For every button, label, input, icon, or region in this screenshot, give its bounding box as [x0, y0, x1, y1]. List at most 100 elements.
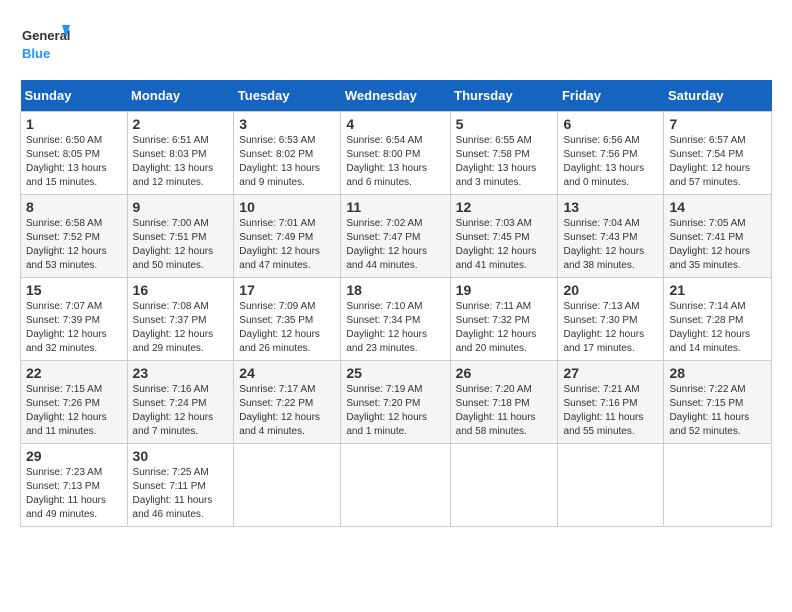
- day-info: Sunrise: 7:00 AM Sunset: 7:51 PM Dayligh…: [133, 217, 229, 273]
- day-number: 17: [239, 282, 335, 298]
- day-number: 27: [563, 365, 658, 381]
- empty-cell: [341, 444, 450, 527]
- column-header-sunday: Sunday: [21, 80, 128, 112]
- day-number: 13: [563, 199, 658, 215]
- day-number: 28: [669, 365, 766, 381]
- empty-cell: [558, 444, 664, 527]
- day-cell-11: 11 Sunrise: 7:02 AM Sunset: 7:47 PM Dayli…: [341, 195, 450, 278]
- day-number: 16: [133, 282, 229, 298]
- day-number: 15: [26, 282, 122, 298]
- day-cell-20: 20 Sunrise: 7:13 AM Sunset: 7:30 PM Dayli…: [558, 278, 664, 361]
- day-number: 3: [239, 116, 335, 132]
- page-header: General Blue: [20, 20, 772, 70]
- day-info: Sunrise: 6:56 AM Sunset: 7:56 PM Dayligh…: [563, 134, 658, 190]
- day-info: Sunrise: 6:55 AM Sunset: 7:58 PM Dayligh…: [456, 134, 553, 190]
- day-cell-22: 22 Sunrise: 7:15 AM Sunset: 7:26 PM Dayli…: [21, 361, 128, 444]
- day-cell-6: 6 Sunrise: 6:56 AM Sunset: 7:56 PM Daylig…: [558, 112, 664, 195]
- calendar-table: SundayMondayTuesdayWednesdayThursdayFrid…: [20, 80, 772, 527]
- day-number: 26: [456, 365, 553, 381]
- day-info: Sunrise: 6:53 AM Sunset: 8:02 PM Dayligh…: [239, 134, 335, 190]
- day-info: Sunrise: 7:21 AM Sunset: 7:16 PM Dayligh…: [563, 383, 658, 439]
- day-cell-4: 4 Sunrise: 6:54 AM Sunset: 8:00 PM Daylig…: [341, 112, 450, 195]
- day-number: 24: [239, 365, 335, 381]
- day-cell-24: 24 Sunrise: 7:17 AM Sunset: 7:22 PM Dayli…: [234, 361, 341, 444]
- day-info: Sunrise: 7:25 AM Sunset: 7:11 PM Dayligh…: [133, 466, 229, 522]
- week-row: 22 Sunrise: 7:15 AM Sunset: 7:26 PM Dayli…: [21, 361, 772, 444]
- day-number: 20: [563, 282, 658, 298]
- day-info: Sunrise: 7:15 AM Sunset: 7:26 PM Dayligh…: [26, 383, 122, 439]
- day-cell-28: 28 Sunrise: 7:22 AM Sunset: 7:15 PM Dayli…: [664, 361, 772, 444]
- day-info: Sunrise: 7:10 AM Sunset: 7:34 PM Dayligh…: [346, 300, 444, 356]
- column-header-wednesday: Wednesday: [341, 80, 450, 112]
- header-row: SundayMondayTuesdayWednesdayThursdayFrid…: [21, 80, 772, 112]
- day-cell-13: 13Sunrise: 7:04 AM Sunset: 7:43 PM Dayli…: [558, 195, 664, 278]
- day-number: 8: [26, 199, 122, 215]
- day-cell-19: 19Sunrise: 7:11 AM Sunset: 7:32 PM Dayli…: [450, 278, 558, 361]
- day-cell-15: 15 Sunrise: 7:07 AM Sunset: 7:39 PM Dayli…: [21, 278, 128, 361]
- svg-text:Blue: Blue: [22, 46, 50, 61]
- empty-cell: [234, 444, 341, 527]
- day-cell-10: 10 Sunrise: 7:01 AM Sunset: 7:49 PM Dayli…: [234, 195, 341, 278]
- day-info: Sunrise: 7:01 AM Sunset: 7:49 PM Dayligh…: [239, 217, 335, 273]
- day-info: Sunrise: 6:50 AM Sunset: 8:05 PM Dayligh…: [26, 134, 122, 190]
- day-number: 4: [346, 116, 444, 132]
- day-cell-21: 21 Sunrise: 7:14 AM Sunset: 7:28 PM Dayli…: [664, 278, 772, 361]
- day-cell-18: 18 Sunrise: 7:10 AM Sunset: 7:34 PM Dayli…: [341, 278, 450, 361]
- day-number: 7: [669, 116, 766, 132]
- empty-cell: [450, 444, 558, 527]
- day-info: Sunrise: 7:22 AM Sunset: 7:15 PM Dayligh…: [669, 383, 766, 439]
- day-number: 5: [456, 116, 553, 132]
- day-number: 9: [133, 199, 229, 215]
- day-number: 18: [346, 282, 444, 298]
- day-cell-17: 17Sunrise: 7:09 AM Sunset: 7:35 PM Dayli…: [234, 278, 341, 361]
- week-row: 15 Sunrise: 7:07 AM Sunset: 7:39 PM Dayli…: [21, 278, 772, 361]
- day-cell-5: 5 Sunrise: 6:55 AM Sunset: 7:58 PM Daylig…: [450, 112, 558, 195]
- day-number: 10: [239, 199, 335, 215]
- day-info: Sunrise: 7:07 AM Sunset: 7:39 PM Dayligh…: [26, 300, 122, 356]
- day-cell-23: 23 Sunrise: 7:16 AM Sunset: 7:24 PM Dayli…: [127, 361, 234, 444]
- day-cell-27: 27 Sunrise: 7:21 AM Sunset: 7:16 PM Dayli…: [558, 361, 664, 444]
- day-cell-9: 9 Sunrise: 7:00 AM Sunset: 7:51 PM Daylig…: [127, 195, 234, 278]
- week-row: 29Sunrise: 7:23 AM Sunset: 7:13 PM Dayli…: [21, 444, 772, 527]
- day-info: Sunrise: 7:11 AM Sunset: 7:32 PM Dayligh…: [456, 300, 553, 356]
- day-info: Sunrise: 7:05 AM Sunset: 7:41 PM Dayligh…: [669, 217, 766, 273]
- day-number: 30: [133, 448, 229, 464]
- day-info: Sunrise: 7:16 AM Sunset: 7:24 PM Dayligh…: [133, 383, 229, 439]
- day-cell-29: 29Sunrise: 7:23 AM Sunset: 7:13 PM Dayli…: [21, 444, 128, 527]
- day-cell-1: 1Sunrise: 6:50 AM Sunset: 8:05 PM Daylig…: [21, 112, 128, 195]
- day-number: 25: [346, 365, 444, 381]
- day-cell-3: 3 Sunrise: 6:53 AM Sunset: 8:02 PM Daylig…: [234, 112, 341, 195]
- day-cell-26: 26 Sunrise: 7:20 AM Sunset: 7:18 PM Dayli…: [450, 361, 558, 444]
- day-number: 21: [669, 282, 766, 298]
- day-number: 6: [563, 116, 658, 132]
- day-number: 11: [346, 199, 444, 215]
- day-info: Sunrise: 7:17 AM Sunset: 7:22 PM Dayligh…: [239, 383, 335, 439]
- column-header-monday: Monday: [127, 80, 234, 112]
- day-info: Sunrise: 6:51 AM Sunset: 8:03 PM Dayligh…: [133, 134, 229, 190]
- week-row: 8 Sunrise: 6:58 AM Sunset: 7:52 PM Daylig…: [21, 195, 772, 278]
- column-header-saturday: Saturday: [664, 80, 772, 112]
- day-number: 2: [133, 116, 229, 132]
- day-info: Sunrise: 7:20 AM Sunset: 7:18 PM Dayligh…: [456, 383, 553, 439]
- day-number: 23: [133, 365, 229, 381]
- empty-cell: [664, 444, 772, 527]
- day-number: 14: [669, 199, 766, 215]
- day-info: Sunrise: 7:13 AM Sunset: 7:30 PM Dayligh…: [563, 300, 658, 356]
- day-info: Sunrise: 6:57 AM Sunset: 7:54 PM Dayligh…: [669, 134, 766, 190]
- day-info: Sunrise: 7:02 AM Sunset: 7:47 PM Dayligh…: [346, 217, 444, 273]
- logo: General Blue: [20, 20, 70, 70]
- day-info: Sunrise: 6:58 AM Sunset: 7:52 PM Dayligh…: [26, 217, 122, 273]
- column-header-tuesday: Tuesday: [234, 80, 341, 112]
- day-cell-2: 2 Sunrise: 6:51 AM Sunset: 8:03 PM Daylig…: [127, 112, 234, 195]
- day-number: 29: [26, 448, 122, 464]
- day-number: 22: [26, 365, 122, 381]
- day-cell-25: 25 Sunrise: 7:19 AM Sunset: 7:20 PM Dayli…: [341, 361, 450, 444]
- column-header-thursday: Thursday: [450, 80, 558, 112]
- day-info: Sunrise: 6:54 AM Sunset: 8:00 PM Dayligh…: [346, 134, 444, 190]
- day-info: Sunrise: 7:14 AM Sunset: 7:28 PM Dayligh…: [669, 300, 766, 356]
- svg-text:General: General: [22, 28, 70, 43]
- day-info: Sunrise: 7:19 AM Sunset: 7:20 PM Dayligh…: [346, 383, 444, 439]
- day-cell-30: 30 Sunrise: 7:25 AM Sunset: 7:11 PM Dayli…: [127, 444, 234, 527]
- day-cell-7: 7 Sunrise: 6:57 AM Sunset: 7:54 PM Daylig…: [664, 112, 772, 195]
- day-cell-8: 8 Sunrise: 6:58 AM Sunset: 7:52 PM Daylig…: [21, 195, 128, 278]
